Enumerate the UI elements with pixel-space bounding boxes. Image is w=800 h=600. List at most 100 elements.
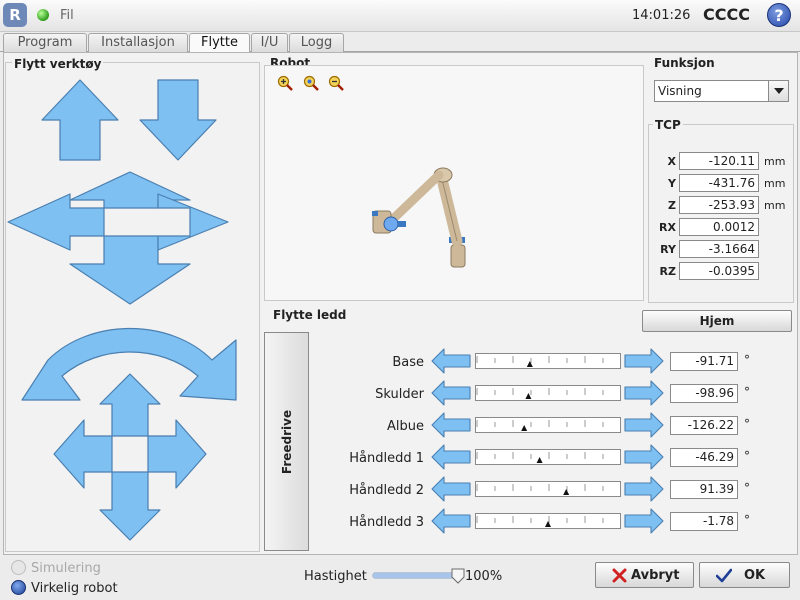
joint-elbow-slider — [475, 417, 622, 433]
zoom-out-icon[interactable] — [328, 75, 344, 91]
tcp-ry-value: -3.1664 — [679, 240, 759, 258]
top-bar: R Fil 14:01:26 CCCC ? — [0, 0, 800, 32]
joint-shoulder-label: Skulder — [375, 387, 424, 402]
real-robot-radio[interactable] — [11, 580, 26, 595]
joint-shoulder-unit: ° — [744, 385, 750, 399]
joint-wrist1-marker — [536, 457, 543, 463]
joint-wrist3-decrease-arrow[interactable] — [431, 507, 471, 535]
tab-iu[interactable]: I/U — [251, 33, 288, 52]
cancel-button[interactable]: Avbryt — [595, 562, 694, 588]
joint-wrist2-slider — [475, 481, 622, 497]
joints-panel-title: Flytte ledd — [273, 308, 347, 322]
joint-wrist2-marker — [563, 489, 570, 495]
joint-wrist3-label: Håndledd 3 — [349, 515, 424, 530]
tcp-z-label: Z — [668, 199, 676, 212]
joint-elbow-marker — [521, 425, 528, 431]
joint-wrist1-unit: ° — [744, 449, 750, 463]
joint-wrist3-value: -1.78 — [670, 512, 738, 531]
speed-label: Hastighet — [304, 569, 367, 584]
zoom-in-icon[interactable] — [277, 75, 293, 91]
tab-installasjon[interactable]: Installasjon — [88, 33, 188, 52]
joint-base-label: Base — [392, 355, 424, 370]
tcp-y-label: Y — [668, 177, 676, 190]
file-menu[interactable]: Fil — [60, 8, 74, 23]
joint-wrist3-increase-arrow[interactable] — [624, 507, 664, 535]
tcp-y-unit: mm — [764, 177, 786, 190]
freedrive-label: Freedrive — [279, 409, 294, 474]
tcp-rz-value: -0.0395 — [679, 262, 759, 280]
speed-value: 100% — [465, 569, 503, 584]
tool-rotate-up-arrow[interactable] — [99, 373, 161, 437]
tool-up-arrow[interactable] — [41, 79, 119, 161]
joint-base-slider — [475, 353, 622, 369]
ok-button-label: OK — [744, 568, 766, 583]
tool-rotate-right-arrow[interactable] — [147, 419, 207, 489]
tool-backward-arrow[interactable] — [69, 235, 191, 305]
tool-rotate-left-arrow[interactable] — [53, 419, 113, 489]
tab-program[interactable]: Program — [3, 33, 87, 52]
joint-wrist2-label: Håndledd 2 — [349, 483, 424, 498]
joint-wrist2-value: 91.39 — [670, 480, 738, 499]
tcp-x-value: -120.11 — [679, 152, 759, 170]
robot-3d-view[interactable] — [264, 65, 644, 301]
joint-elbow-increase-arrow[interactable] — [624, 411, 664, 439]
home-button[interactable]: Hjem — [642, 310, 792, 332]
joint-wrist3-unit: ° — [744, 513, 750, 527]
clock: 14:01:26 — [632, 8, 691, 23]
joint-elbow-unit: ° — [744, 417, 750, 431]
simulation-label: Simulering — [31, 561, 101, 576]
joint-wrist2-increase-arrow[interactable] — [624, 475, 664, 503]
joint-base-unit: ° — [744, 353, 750, 367]
tcp-x-unit: mm — [764, 155, 786, 168]
tcp-z-value: -253.93 — [679, 196, 759, 214]
function-select[interactable]: Visning — [654, 80, 789, 102]
tcp-rz-label: RZ — [659, 265, 676, 278]
joint-wrist3-marker — [545, 521, 551, 527]
tcp-panel-title: TCP — [653, 118, 683, 132]
ok-button[interactable]: OK — [699, 562, 790, 588]
joint-wrist2-unit: ° — [744, 481, 750, 495]
joint-shoulder-increase-arrow[interactable] — [624, 379, 664, 407]
zoom-reset-icon[interactable] — [303, 75, 319, 91]
checkmark-icon — [716, 568, 732, 583]
freedrive-button[interactable]: Freedrive — [264, 332, 309, 551]
tool-left-arrow[interactable] — [7, 193, 105, 251]
joint-wrist1-value: -46.29 — [670, 448, 738, 467]
joint-elbow-decrease-arrow[interactable] — [431, 411, 471, 439]
tcp-ry-label: RY — [660, 243, 676, 256]
simulation-radio[interactable] — [11, 560, 26, 575]
tab-flytte[interactable]: Flytte — [189, 33, 250, 53]
real-robot-label: Virkelig robot — [31, 581, 118, 596]
tcp-rx-label: RX — [659, 221, 676, 234]
joint-wrist2-decrease-arrow[interactable] — [431, 475, 471, 503]
joint-base-decrease-arrow[interactable] — [431, 347, 471, 375]
tcp-z-unit: mm — [764, 199, 786, 212]
close-icon — [612, 568, 627, 583]
tool-right-arrow[interactable] — [157, 193, 229, 251]
joint-wrist1-decrease-arrow[interactable] — [431, 443, 471, 471]
robot-model-icon — [372, 167, 466, 268]
joint-elbow-label: Albue — [387, 419, 424, 434]
joint-shoulder-decrease-arrow[interactable] — [431, 379, 471, 407]
function-select-value: Visning — [658, 84, 702, 98]
speed-slider[interactable] — [372, 568, 466, 584]
status-led-icon — [37, 9, 49, 21]
ur-logo: R — [3, 3, 27, 27]
tcp-x-label: X — [667, 155, 676, 168]
joint-wrist1-slider — [475, 449, 622, 465]
tab-logg[interactable]: Logg — [289, 33, 344, 52]
tcp-rx-value: 0.0012 — [679, 218, 759, 236]
tool-move-arrows — [7, 79, 237, 541]
chevron-down-icon[interactable] — [768, 81, 788, 101]
joint-wrist1-increase-arrow[interactable] — [624, 443, 664, 471]
tool-rotate-down-arrow[interactable] — [99, 471, 161, 541]
joint-base-increase-arrow[interactable] — [624, 347, 664, 375]
joint-wrist3-slider — [475, 513, 622, 529]
tcp-y-value: -431.76 — [679, 174, 759, 192]
tool-panel-title: Flytt verktøy — [12, 57, 104, 71]
help-icon[interactable]: ? — [767, 3, 791, 27]
function-panel-title: Funksjon — [652, 56, 717, 70]
joint-shoulder-slider — [475, 385, 622, 401]
joint-wrist1-label: Håndledd 1 — [349, 451, 424, 466]
tool-down-arrow[interactable] — [139, 79, 217, 161]
